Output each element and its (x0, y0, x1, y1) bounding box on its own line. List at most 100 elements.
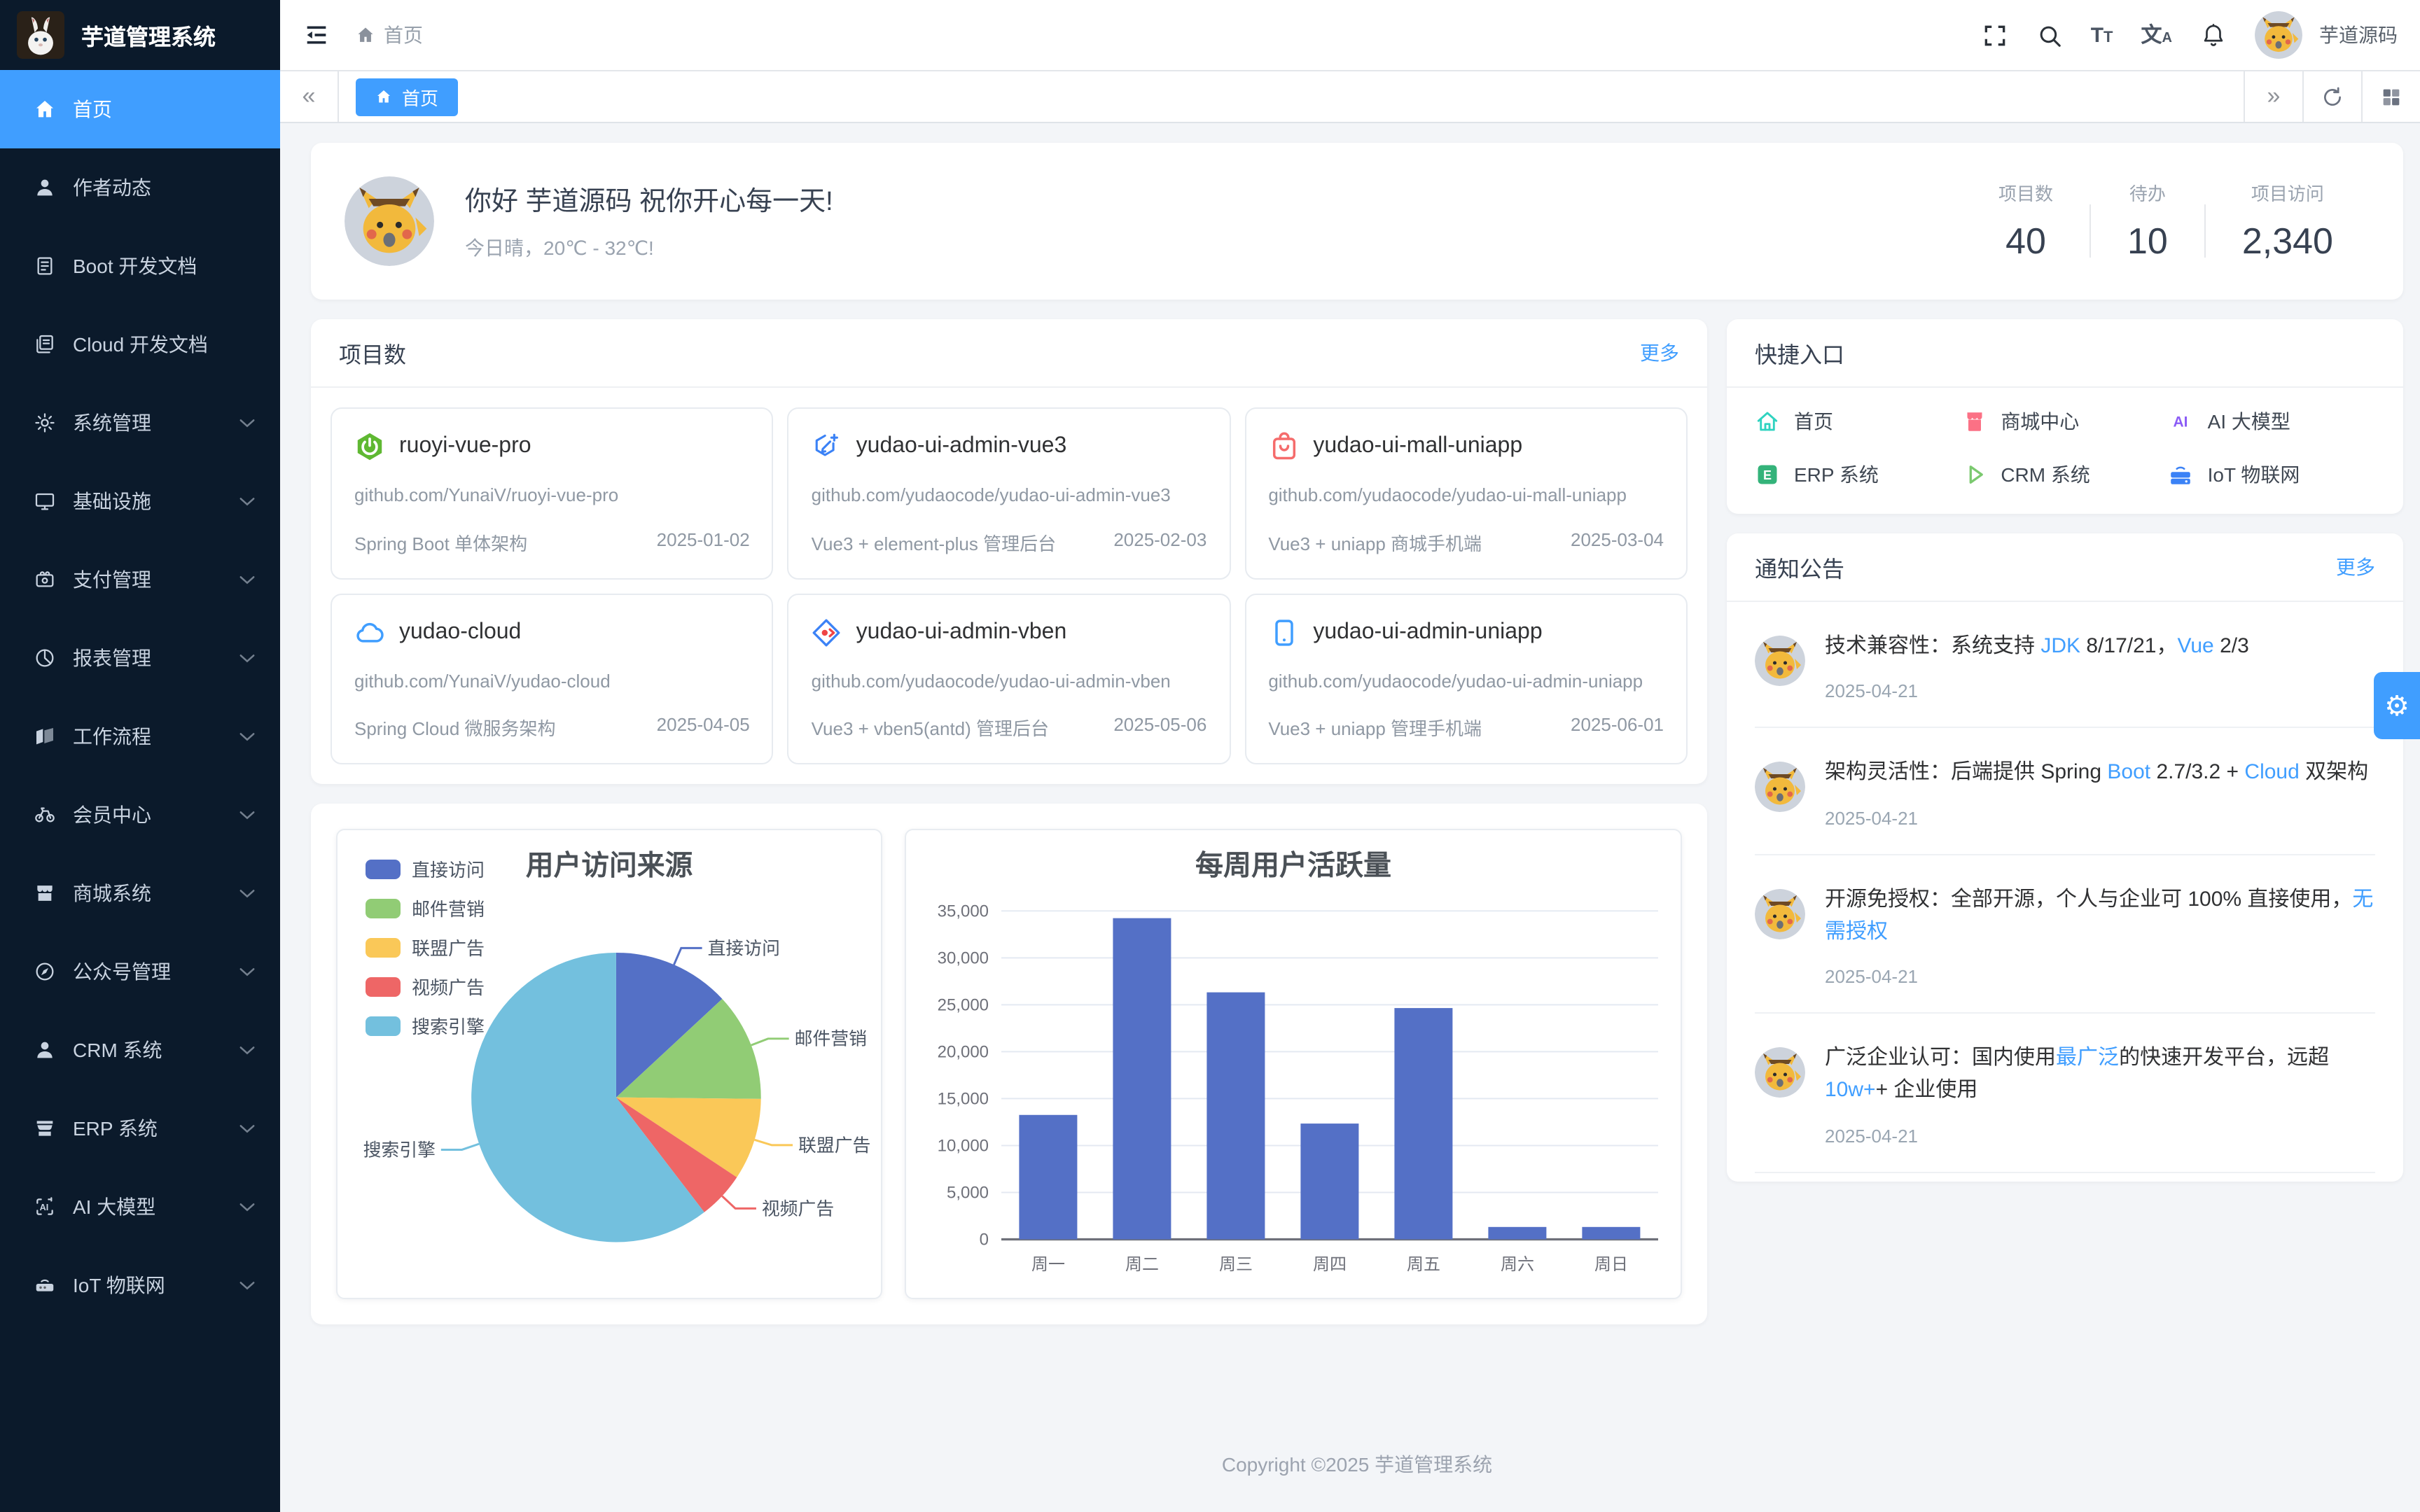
quick-link-5[interactable]: IoT 物联网 (2169, 461, 2375, 489)
tabs-scroll-right-icon[interactable]: » (2244, 71, 2302, 122)
project-url[interactable]: github.com/YunaiV/ruoyi-vue-pro (354, 482, 750, 509)
font-size-icon[interactable]: TT (2091, 24, 2113, 46)
project-card-3[interactable]: yudao-cloudgithub.com/YunaiV/yudao-cloud… (331, 593, 774, 764)
notice-date: 2025-04-21 (1825, 807, 2368, 828)
chevron-down-icon (239, 732, 255, 741)
q-erp-icon: E (1755, 462, 1780, 487)
legend-swatch (366, 937, 401, 957)
legend-label: 联盟广告 (412, 934, 485, 960)
notice-title[interactable]: 架构灵活性：后端提供 Spring Boot 2.7/3.2 + Cloud 双… (1825, 757, 2368, 790)
sidebar-item-1[interactable]: 作者动态 (0, 148, 280, 227)
sidebar-item-6[interactable]: 支付管理 (0, 540, 280, 619)
greeting-card: 你好 芋道源码 祝你开心每一天! 今日晴，20℃ - 32℃! 项目数40待办1… (311, 143, 2403, 300)
chevron-down-icon (239, 418, 255, 428)
menu-fold-icon[interactable] (302, 21, 331, 49)
app-logo[interactable]: 芋道管理系统 (0, 0, 280, 70)
quick-link-4[interactable]: CRM 系统 (1961, 461, 2168, 489)
chevron-down-icon (239, 967, 255, 976)
username[interactable]: 芋道源码 (2319, 21, 2398, 49)
sidebar-item-0[interactable]: 首页 (0, 70, 280, 148)
legend-item-0[interactable]: 直接访问 (366, 855, 485, 882)
notice-title[interactable]: 开源免授权：全部开源，个人与企业可 100% 直接使用，无需授权 (1825, 883, 2375, 948)
refresh-icon[interactable] (2302, 71, 2361, 122)
footer: Copyright ©2025 芋道管理系统 (311, 1414, 2403, 1512)
sidebar-item-7[interactable]: 报表管理 (0, 619, 280, 697)
quick-link-0[interactable]: 首页 (1755, 407, 1961, 435)
q-home-icon (1755, 409, 1780, 434)
legend-label: 搜索引擎 (412, 1012, 485, 1039)
projects-more-link[interactable]: 更多 (1640, 339, 1679, 367)
breadcrumb-label: 首页 (384, 21, 423, 49)
sidebar-item-9[interactable]: 会员中心 (0, 776, 280, 854)
chevron-down-icon (239, 888, 255, 898)
project-card-4[interactable]: yudao-ui-admin-vbengithub.com/yudaocode/… (788, 593, 1231, 764)
legend-swatch (366, 859, 401, 878)
documents-icon (34, 333, 56, 356)
project-name: yudao-ui-mall-uniapp (1313, 434, 1522, 459)
quick-link-3[interactable]: EERP 系统 (1755, 461, 1961, 489)
q-mall-icon (1961, 409, 1987, 434)
project-date: 2025-02-03 (1113, 528, 1206, 555)
legend-item-3[interactable]: 视频广告 (366, 973, 485, 1000)
sidebar-item-8[interactable]: 工作流程 (0, 697, 280, 776)
home-icon (34, 98, 56, 120)
project-url[interactable]: github.com/yudaocode/yudao-ui-admin-vben (812, 667, 1207, 694)
quick-link-1[interactable]: 商城中心 (1961, 407, 2168, 435)
sidebar-item-label: 作者动态 (73, 174, 151, 202)
legend-item-4[interactable]: 搜索引擎 (366, 1012, 485, 1039)
notices-panel: 通知公告 更多 技术兼容性：系统支持 JDK 8/17/21，Vue 2/320… (1727, 533, 2403, 1181)
project-card-5[interactable]: yudao-ui-admin-uniappgithub.com/yudaocod… (1244, 593, 1688, 764)
settings-gear-button[interactable]: ⚙ (2374, 672, 2420, 739)
topbar-actions: TT 文A 芋道源码 (1982, 11, 2398, 59)
sidebar: 芋道管理系统 首页作者动态 Boot 开发文档Cloud 开发文档系统管理基础设施… (0, 0, 280, 1512)
bag-icon (1268, 431, 1299, 462)
sidebar-item-14[interactable]: AIAI 大模型 (0, 1168, 280, 1246)
project-date: 2025-05-06 (1113, 714, 1206, 741)
sidebar-item-label: 商城系统 (73, 879, 151, 907)
sidebar-item-12[interactable]: CRM 系统 (0, 1011, 280, 1089)
sidebar-item-label: 系统管理 (73, 409, 151, 437)
project-url[interactable]: github.com/yudaocode/yudao-ui-admin-unia… (1268, 667, 1664, 694)
tabs-scroll-left-icon[interactable]: « (280, 71, 339, 122)
svg-text:每周用户活跃量: 每周用户活跃量 (1195, 850, 1391, 881)
bell-icon[interactable] (2200, 22, 2227, 48)
projects-panel-header: 项目数 更多 (311, 319, 1707, 388)
user-avatar[interactable] (2255, 11, 2302, 59)
projects-panel: 项目数 更多 ruoyi-vue-progithub.com/YunaiV/ru… (311, 319, 1707, 784)
language-icon[interactable]: 文A (2141, 24, 2173, 46)
sidebar-item-11[interactable]: 公众号管理 (0, 932, 280, 1011)
legend-item-2[interactable]: 联盟广告 (366, 934, 485, 960)
page-content: 你好 芋道源码 祝你开心每一天! 今日晴，20℃ - 32℃! 项目数40待办1… (280, 123, 2420, 1512)
sidebar-item-3[interactable]: Cloud 开发文档 (0, 305, 280, 384)
sidebar-item-label: 工作流程 (73, 722, 151, 750)
notice-title[interactable]: 技术兼容性：系统支持 JDK 8/17/21，Vue 2/3 (1825, 630, 2249, 663)
project-url[interactable]: github.com/yudaocode/yudao-ui-admin-vue3 (812, 482, 1207, 509)
sidebar-item-15[interactable]: IoT 物联网 (0, 1246, 280, 1324)
tab-home[interactable]: 首页 (356, 78, 458, 115)
sidebar-item-5[interactable]: 基础设施 (0, 462, 280, 540)
search-icon[interactable] (2036, 22, 2063, 48)
quick-links-panel: 快捷入口 首页商城中心AIAI 大模型EERP 系统CRM 系统IoT 物联网 (1727, 319, 2403, 514)
svg-text:15,000: 15,000 (938, 1089, 989, 1108)
project-card-0[interactable]: ruoyi-vue-progithub.com/YunaiV/ruoyi-vue… (331, 407, 774, 579)
project-url[interactable]: github.com/yudaocode/yudao-ui-mall-uniap… (1268, 482, 1664, 509)
quick-link-2[interactable]: AIAI 大模型 (2169, 407, 2375, 435)
notice-title[interactable]: 广泛企业认可：国内使用最广泛的快速开发平台，远超 10w++ 企业使用 (1825, 1042, 2375, 1107)
compass-icon (34, 960, 56, 983)
breadcrumb[interactable]: 首页 (356, 21, 423, 49)
sidebar-item-2[interactable]: Boot 开发文档 (0, 227, 280, 305)
sidebar-item-label: 支付管理 (73, 566, 151, 594)
tab-layout-grid-icon[interactable] (2361, 71, 2420, 122)
project-url[interactable]: github.com/YunaiV/yudao-cloud (354, 667, 750, 694)
legend-item-1[interactable]: 邮件营销 (366, 895, 485, 921)
project-card-1[interactable]: yudao-ui-admin-vue3github.com/yudaocode/… (788, 407, 1231, 579)
sidebar-item-10[interactable]: 商城系统 (0, 854, 280, 932)
sidebar-item-13[interactable]: ERP 系统 (0, 1089, 280, 1168)
monitor-icon (34, 490, 56, 512)
notices-more-link[interactable]: 更多 (2336, 553, 2375, 581)
charts-panel: 直接访问邮件营销联盟广告视频广告搜索引擎 用户访问来源直接访问邮件营销联盟广告视… (311, 804, 1707, 1324)
project-card-2[interactable]: yudao-ui-mall-uniapp github.com/yudaocode… (1244, 407, 1688, 579)
sidebar-item-4[interactable]: 系统管理 (0, 384, 280, 462)
notice-avatar (1755, 762, 1805, 813)
fullscreen-icon[interactable] (1982, 22, 2008, 48)
